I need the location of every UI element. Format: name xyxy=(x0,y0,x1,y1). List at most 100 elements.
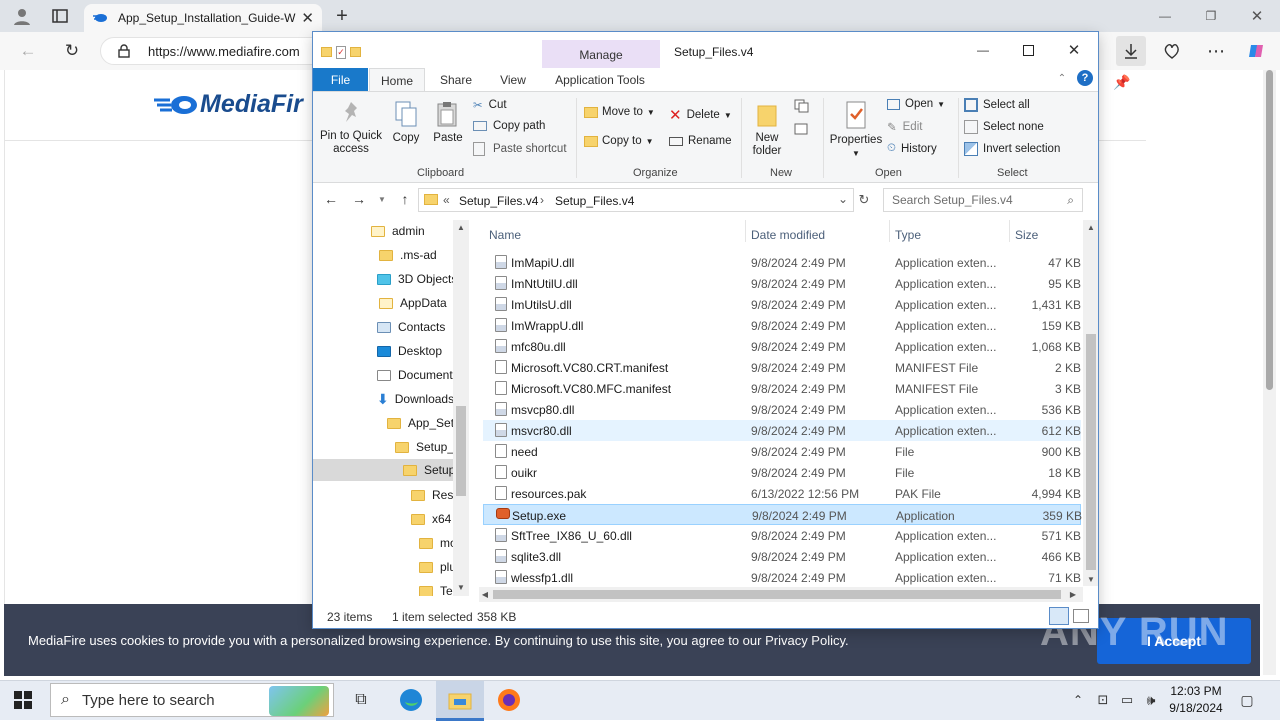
properties-button[interactable]: Properties ▼ xyxy=(827,100,885,160)
tree-item[interactable]: Documents xyxy=(377,364,459,386)
close-window-icon[interactable]: ✕ xyxy=(1248,6,1266,26)
tree-item[interactable]: plu xyxy=(419,556,456,578)
recent-locations-icon[interactable]: ▼ xyxy=(377,191,387,207)
cut-button[interactable]: ✂ Cut xyxy=(473,98,507,112)
file-row[interactable]: resources.pak 6/13/2022 12:56 PM PAK File 4… xyxy=(483,483,1081,504)
breadcrumb[interactable]: « Setup_Files.v4 › Setup_Files.v4 ⌄ xyxy=(418,188,854,212)
nav-forward-icon[interactable]: → xyxy=(351,191,367,207)
copy-to-button[interactable]: Copy to ▼ xyxy=(584,135,654,147)
more-icon[interactable]: ⋯ xyxy=(1206,41,1226,61)
tree-item[interactable]: Setup_F xyxy=(395,436,461,458)
file-row[interactable]: wlessfp1.dll 9/8/2024 2:49 PM Application … xyxy=(483,567,1081,588)
navigation-pane-scroll-thumb[interactable] xyxy=(456,406,466,496)
file-row[interactable]: sqlite3.dll 9/8/2024 2:49 PM Application e… xyxy=(483,546,1081,567)
file-row[interactable]: ImMapiU.dll 9/8/2024 2:49 PM Application e… xyxy=(483,252,1081,273)
minimize-icon[interactable]: — xyxy=(1156,6,1174,26)
navigation-pane-scrollbar[interactable]: ▲ ▼ xyxy=(453,220,469,596)
profile-icon[interactable] xyxy=(10,5,34,27)
tree-item[interactable]: Contacts xyxy=(377,316,445,338)
column-name[interactable]: Name xyxy=(489,228,521,242)
file-row[interactable]: ImNtUtilU.dll 9/8/2024 2:49 PM Application… xyxy=(483,273,1081,294)
file-row[interactable]: mfc80u.dll 9/8/2024 2:49 PM Application ex… xyxy=(483,336,1081,357)
file-row[interactable]: msvcp80.dll 9/8/2024 2:49 PM Application e… xyxy=(483,399,1081,420)
file-list-scrollbar[interactable]: ▲ ▼ xyxy=(1083,220,1098,586)
column-size[interactable]: Size xyxy=(1015,228,1038,242)
back-icon[interactable]: ← xyxy=(18,41,38,61)
tree-item-admin[interactable]: admin xyxy=(371,220,425,242)
explorer-maximize-icon[interactable] xyxy=(1018,40,1038,60)
windows-start-icon[interactable] xyxy=(12,689,34,711)
downloads-icon[interactable] xyxy=(1116,36,1146,66)
file-row[interactable]: SftTree_IX86_U_60.dll 9/8/2024 2:49 PM App… xyxy=(483,525,1081,546)
file-row[interactable]: ImWrappU.dll 9/8/2024 2:49 PM Application … xyxy=(483,315,1081,336)
file-row[interactable]: msvcr80.dll 9/8/2024 2:49 PM Application e… xyxy=(483,420,1081,441)
page-scrollbar[interactable] xyxy=(1263,70,1276,675)
history-button[interactable]: ⏲ History xyxy=(887,142,937,155)
breadcrumb-item[interactable]: Setup_Files.v4 xyxy=(459,194,538,208)
breadcrumb-dropdown-icon[interactable]: ⌄ xyxy=(838,192,848,206)
volume-icon[interactable]: 🕪 xyxy=(1142,691,1160,709)
file-list-scroll-thumb[interactable] xyxy=(1086,334,1096,570)
tree-item-selected[interactable]: Setup xyxy=(313,459,455,481)
network-icon[interactable]: ▭ xyxy=(1118,691,1136,709)
pin-sidebar-icon[interactable]: 📌 xyxy=(1112,72,1132,92)
mediafire-logo[interactable]: MediaFir xyxy=(152,90,303,119)
nav-up-icon[interactable]: ↑ xyxy=(397,191,413,207)
file-explorer-taskbar-icon[interactable] xyxy=(436,681,484,721)
new-folder-icon[interactable] xyxy=(350,47,362,57)
paste-button[interactable]: Paste xyxy=(430,100,466,145)
copilot-icon[interactable] xyxy=(1246,40,1268,62)
file-row[interactable]: need 9/8/2024 2:49 PM File 900 KB xyxy=(483,441,1081,462)
tab-file[interactable]: File xyxy=(313,68,368,92)
tree-item[interactable]: 3D Objects xyxy=(377,268,457,290)
hscroll-thumb[interactable] xyxy=(493,590,1061,599)
folder-icon[interactable] xyxy=(321,47,332,57)
tab-actions-icon[interactable] xyxy=(48,5,72,27)
new-item-icon[interactable] xyxy=(791,98,813,114)
refresh-icon[interactable]: ↻ xyxy=(62,41,82,61)
file-row[interactable]: Microsoft.VC80.MFC.manifest 9/8/2024 2:49… xyxy=(483,378,1081,399)
nav-back-icon[interactable]: ← xyxy=(323,191,339,207)
tree-item[interactable]: .ms-ad xyxy=(379,244,437,266)
restore-icon[interactable]: ❐ xyxy=(1202,6,1220,26)
browser-essentials-icon[interactable] xyxy=(1162,41,1182,61)
scroll-up-icon[interactable]: ▲ xyxy=(455,220,467,234)
breadcrumb-overflow[interactable]: « xyxy=(443,193,450,207)
select-none-button[interactable]: Select none xyxy=(964,120,1044,134)
breadcrumb-item[interactable]: Setup_Files.v4 xyxy=(555,194,634,208)
file-list-hscrollbar[interactable]: ◀ ▶ xyxy=(479,587,1083,602)
refresh-folder-icon[interactable]: ↻ xyxy=(856,192,872,208)
tree-item[interactable]: ⬇ Downloads xyxy=(377,388,454,410)
open-button[interactable]: Open ▼ xyxy=(887,98,945,110)
browser-tab[interactable]: App_Setup_Installation_Guide-W ✕ xyxy=(84,4,322,32)
scroll-left-icon[interactable]: ◀ xyxy=(479,588,491,601)
help-icon[interactable]: ? xyxy=(1077,70,1093,86)
edit-button[interactable]: ✎ Edit xyxy=(887,120,922,134)
page-scrollbar-thumb[interactable] xyxy=(1266,70,1273,390)
tab-share[interactable]: Share xyxy=(431,68,481,92)
new-tab-icon[interactable]: + xyxy=(332,5,352,27)
delete-button[interactable]: ✕ Delete ▼ xyxy=(669,106,732,124)
column-date-modified[interactable]: Date modified xyxy=(751,228,825,242)
rename-button[interactable]: Rename xyxy=(669,135,731,147)
manage-tab-header[interactable]: Manage xyxy=(542,40,660,69)
tree-item[interactable]: mo xyxy=(419,532,457,554)
show-hidden-icons-icon[interactable]: ⌃ xyxy=(1070,691,1086,709)
file-row[interactable]: Setup.exe 9/8/2024 2:49 PM Application 359 … xyxy=(483,504,1082,525)
file-row[interactable]: Microsoft.VC80.CRT.manifest 9/8/2024 2:49… xyxy=(483,357,1081,378)
tab-close-icon[interactable]: ✕ xyxy=(301,9,314,27)
move-to-button[interactable]: Move to ▼ xyxy=(584,106,655,118)
url-text[interactable]: https://www.mediafire.com xyxy=(148,44,300,59)
copy-button[interactable]: Copy xyxy=(388,100,424,145)
easy-access-icon[interactable] xyxy=(791,120,813,136)
taskbar-clock[interactable]: 12:03 PM 9/18/2024 xyxy=(1160,683,1232,717)
tab-home[interactable]: Home xyxy=(369,68,425,92)
invert-selection-button[interactable]: Invert selection xyxy=(964,142,1060,156)
scroll-right-icon[interactable]: ▶ xyxy=(1067,588,1079,601)
collapse-ribbon-icon[interactable]: ⌃ xyxy=(1055,71,1069,85)
tab-view[interactable]: View xyxy=(488,68,538,92)
large-icons-view-icon[interactable] xyxy=(1073,609,1089,623)
taskbar-search-input[interactable]: ⌕ Type here to search xyxy=(50,683,334,717)
security-icon[interactable]: ⊡ xyxy=(1094,691,1112,709)
properties-icon[interactable]: ✓ xyxy=(335,45,347,59)
